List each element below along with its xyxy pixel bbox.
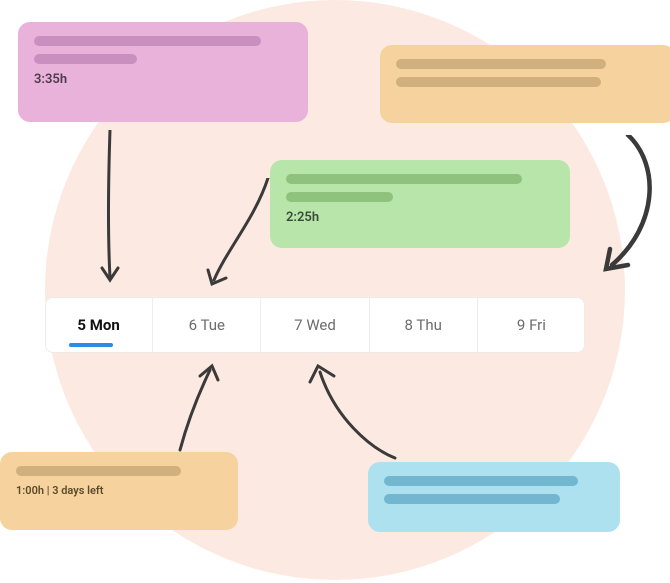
task-card-orange-bottom[interactable]: 1:00h | 3 days left (0, 452, 238, 530)
skeleton-line (396, 59, 606, 69)
skeleton-line (286, 192, 393, 202)
skeleton-line (286, 174, 522, 184)
day-thu[interactable]: 8 Thu (370, 297, 478, 353)
day-fri[interactable]: 9 Fri (478, 297, 585, 353)
task-duration: 3:35h (34, 72, 292, 87)
task-card-pink[interactable]: 3:35h (18, 22, 308, 122)
skeleton-line (34, 36, 261, 46)
day-wed[interactable]: 7 Wed (261, 297, 369, 353)
task-card-green[interactable]: 2:25h (270, 160, 570, 248)
task-card-blue[interactable] (368, 462, 620, 532)
skeleton-line (16, 466, 181, 476)
day-label: 5 Mon (77, 316, 119, 334)
day-mon[interactable]: 5 Mon (45, 297, 153, 353)
day-label: 6 Tue (189, 316, 225, 334)
task-caption: 1:00h | 3 days left (16, 484, 222, 497)
active-day-bar (69, 343, 113, 347)
task-card-orange-top[interactable] (380, 45, 670, 123)
day-tue[interactable]: 6 Tue (153, 297, 261, 353)
day-label: 7 Wed (294, 316, 336, 334)
task-duration: 2:25h (286, 210, 554, 225)
skeleton-line (384, 494, 560, 504)
day-label: 8 Thu (405, 316, 442, 334)
week-selector: 5 Mon 6 Tue 7 Wed 8 Thu 9 Fri (45, 297, 585, 353)
skeleton-line (384, 476, 578, 486)
skeleton-line (396, 77, 601, 87)
day-label: 9 Fri (517, 316, 546, 334)
skeleton-line (34, 54, 137, 64)
